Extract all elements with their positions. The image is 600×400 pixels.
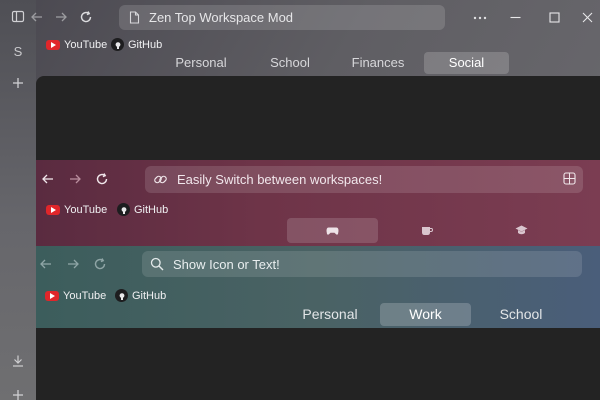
graduation-cap-icon <box>515 225 528 235</box>
menu-button[interactable] <box>473 16 487 20</box>
maximize-icon <box>549 12 560 23</box>
bookmark-label: YouTube <box>63 290 107 302</box>
bookmark-label: GitHub <box>134 203 169 216</box>
sidebar <box>0 0 36 400</box>
more-horizontal-icon <box>473 16 487 20</box>
url-bar[interactable]: Show Icon or Text! <box>142 251 582 277</box>
tab-work[interactable]: Work <box>380 303 471 326</box>
tab-education[interactable] <box>476 218 567 243</box>
bookmark-label: YouTube <box>64 204 108 216</box>
back-button[interactable] <box>39 257 53 271</box>
maximize-button[interactable] <box>549 12 560 23</box>
downloads-button[interactable] <box>0 354 36 368</box>
site-settings-button[interactable] <box>563 172 576 185</box>
reload-button[interactable] <box>93 257 107 271</box>
github-icon <box>111 38 124 51</box>
workspace-indicator[interactable]: S <box>0 44 36 59</box>
github-icon <box>117 203 130 216</box>
tab-personal[interactable]: Personal <box>168 52 234 74</box>
tab-school[interactable]: School <box>484 303 558 326</box>
link-icon <box>154 175 167 184</box>
tab-finances[interactable]: Finances <box>344 52 412 74</box>
cup-icon <box>421 226 433 235</box>
search-icon <box>150 257 164 271</box>
url-bar[interactable]: Zen Top Workspace Mod <box>119 5 445 30</box>
arrow-right-icon <box>56 12 67 22</box>
close-button[interactable] <box>582 12 593 23</box>
github-icon <box>115 289 128 302</box>
bookmark-label: YouTube <box>64 39 108 51</box>
minimize-icon <box>510 16 521 19</box>
url-text: Show Icon or Text! <box>173 256 280 272</box>
minimize-button[interactable] <box>510 12 521 23</box>
new-tab-button[interactable] <box>0 76 36 90</box>
youtube-icon <box>46 40 60 50</box>
forward-button[interactable] <box>66 257 80 271</box>
reload-icon <box>94 258 106 270</box>
bookmark-github[interactable]: GitHub <box>115 289 166 302</box>
page-title: Zen Top Workspace Mod <box>149 10 294 25</box>
close-icon <box>582 12 593 23</box>
back-button[interactable] <box>30 10 44 24</box>
add-button-bottom[interactable] <box>0 389 36 400</box>
arrow-left-icon <box>31 12 42 22</box>
youtube-icon <box>46 205 60 215</box>
bookmark-label: GitHub <box>128 38 163 51</box>
download-icon <box>13 355 23 367</box>
reload-button[interactable] <box>95 172 109 186</box>
tab-cafe[interactable] <box>381 218 472 243</box>
reload-button[interactable] <box>79 10 93 24</box>
tab-school[interactable]: School <box>262 52 318 74</box>
plus-icon <box>13 390 23 400</box>
bookmark-youtube[interactable]: YouTube <box>46 204 107 216</box>
arrow-right-icon <box>68 259 79 269</box>
gamepad-icon <box>326 227 339 235</box>
bookmark-github[interactable]: GitHub <box>111 38 162 51</box>
arrow-right-icon <box>70 174 81 184</box>
arrow-left-icon <box>40 259 51 269</box>
grid-icon <box>563 172 576 185</box>
url-text: Easily Switch between workspaces! <box>177 172 383 187</box>
url-bar[interactable]: Easily Switch between workspaces! <box>145 166 583 193</box>
bookmark-label: GitHub <box>132 289 167 302</box>
page-icon <box>129 11 140 24</box>
bookmark-youtube[interactable]: YouTube <box>46 39 107 51</box>
bookmark-github[interactable]: GitHub <box>117 203 168 216</box>
tab-gaming[interactable] <box>287 218 378 243</box>
arrow-left-icon <box>42 174 53 184</box>
bookmark-youtube[interactable]: YouTube <box>45 290 106 302</box>
forward-button[interactable] <box>68 172 82 186</box>
back-button[interactable] <box>41 172 55 186</box>
plus-icon <box>13 78 23 88</box>
reload-icon <box>80 11 92 23</box>
reload-icon <box>96 173 108 185</box>
tab-social[interactable]: Social <box>424 52 509 74</box>
forward-button[interactable] <box>54 10 68 24</box>
youtube-icon <box>45 291 59 301</box>
tab-personal[interactable]: Personal <box>290 303 370 326</box>
